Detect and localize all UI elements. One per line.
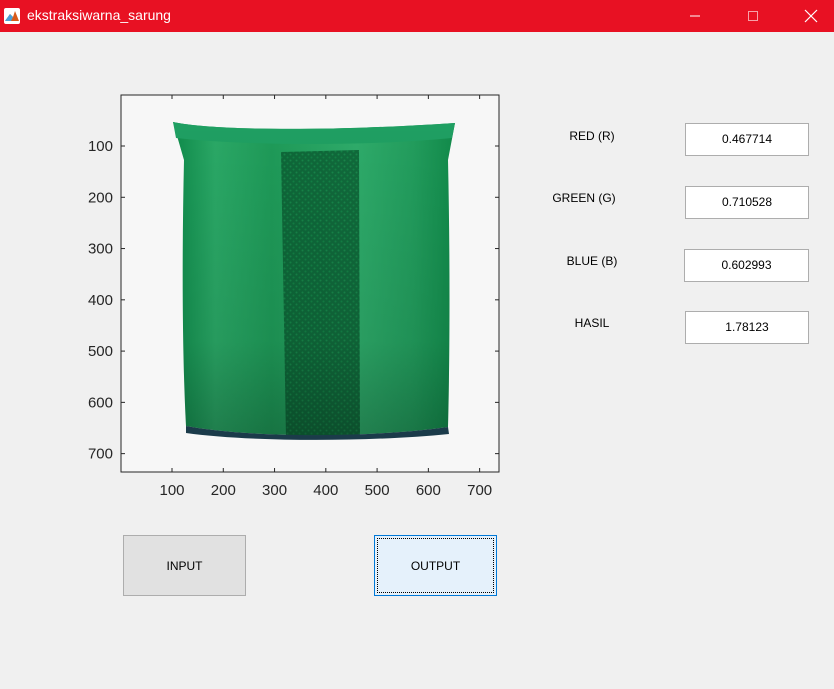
- maximize-button[interactable]: [730, 0, 776, 32]
- window-title: ekstraksiwarna_sarung: [27, 7, 171, 23]
- y-tick-label: 500: [88, 343, 113, 360]
- x-tick-label: 600: [416, 482, 441, 499]
- minimize-icon: [690, 15, 700, 17]
- y-tick-label: 400: [88, 292, 113, 309]
- x-tick-label: 100: [159, 482, 184, 499]
- x-tick-label: 400: [313, 482, 338, 499]
- hasil-label: HASIL: [574, 316, 610, 330]
- y-tick-label: 700: [88, 446, 113, 463]
- y-tick-label: 600: [88, 394, 113, 411]
- hasil-value-field[interactable]: 1.78123: [685, 311, 809, 344]
- blue-label: BLUE (B): [566, 254, 618, 268]
- input-button[interactable]: INPUT: [123, 535, 246, 596]
- x-tick-label: 700: [467, 482, 492, 499]
- green-label: GREEN (G): [552, 191, 616, 205]
- red-label: RED (R): [569, 129, 615, 143]
- x-tick-label: 300: [262, 482, 287, 499]
- minimize-button[interactable]: [672, 0, 718, 32]
- maximize-icon: [748, 11, 758, 21]
- output-button[interactable]: OUTPUT: [374, 535, 497, 596]
- y-tick-label: 100: [88, 138, 113, 155]
- red-value-field[interactable]: 0.467714: [685, 123, 809, 156]
- matlab-app-icon: [4, 8, 20, 24]
- blue-value-field[interactable]: 0.602993: [684, 249, 809, 282]
- image-axes: 100 200 300 400 500 600 700 100 200 300 400 500 600…: [70, 90, 510, 510]
- close-icon: [804, 9, 818, 23]
- output-button-label: OUTPUT: [410, 558, 461, 573]
- sarung-image: [173, 122, 455, 440]
- x-tick-label: 500: [365, 482, 390, 499]
- close-button[interactable]: [788, 0, 834, 32]
- green-value-field[interactable]: 0.710528: [685, 186, 809, 219]
- y-tick-label: 200: [88, 189, 113, 206]
- y-tick-label: 300: [88, 241, 113, 258]
- x-tick-label: 200: [211, 482, 236, 499]
- title-bar: ekstraksiwarna_sarung: [0, 0, 834, 32]
- input-button-label: INPUT: [166, 558, 203, 573]
